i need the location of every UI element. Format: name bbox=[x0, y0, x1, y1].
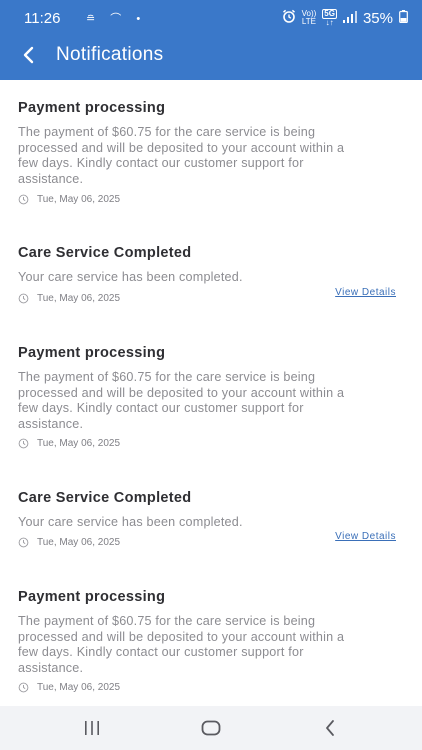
back-button[interactable] bbox=[14, 40, 44, 70]
recents-button[interactable] bbox=[74, 716, 110, 740]
clock-icon bbox=[18, 293, 29, 304]
nav-back-button[interactable] bbox=[312, 716, 348, 740]
nav-back-icon bbox=[326, 720, 334, 736]
alarm-icon bbox=[282, 9, 296, 27]
notification-date-row: Tue, May 06, 2025 bbox=[18, 293, 120, 304]
notification-item[interactable]: Care Service Completed Your care service… bbox=[0, 225, 422, 325]
clock-icon bbox=[18, 682, 29, 693]
network-5g-icon: 5G ↓↑ bbox=[322, 9, 337, 27]
notification-list[interactable]: Payment processing The payment of $60.75… bbox=[0, 80, 422, 706]
status-right-icons: Vo)) LTE 5G ↓↑ 35% bbox=[282, 9, 408, 27]
notification-body: Your care service has been completed. bbox=[18, 270, 243, 284]
notification-date: Tue, May 06, 2025 bbox=[37, 537, 121, 548]
status-notification-icons: ≘ ⌒ • bbox=[86, 13, 147, 25]
clock-icon bbox=[18, 194, 29, 205]
status-time: 11:26 bbox=[24, 10, 61, 27]
view-details-link[interactable]: View Details bbox=[335, 531, 396, 542]
notification-date: Tue, May 06, 2025 bbox=[37, 194, 121, 205]
notification-body: Your care service has been completed. bbox=[18, 515, 243, 529]
page-title: Notifications bbox=[56, 44, 164, 65]
notification-body: The payment of $60.75 for the care servi… bbox=[18, 125, 345, 186]
notification-date-row: Tue, May 06, 2025 bbox=[18, 682, 120, 693]
clock-icon bbox=[18, 537, 29, 548]
signal-icon bbox=[342, 10, 357, 27]
volte-bottom-label: LTE bbox=[301, 17, 316, 26]
notification-item[interactable]: Payment processing The payment of $60.75… bbox=[0, 80, 422, 215]
back-arrow-icon bbox=[23, 46, 34, 64]
notification-title: Care Service Completed bbox=[18, 245, 192, 261]
home-icon bbox=[201, 720, 221, 736]
status-bar: 11:26 ≘ ⌒ • Vo)) LTE 5G ↓↑ 35% bbox=[0, 0, 422, 34]
battery-percent: 35% bbox=[362, 9, 393, 27]
notification-date: Tue, May 06, 2025 bbox=[37, 438, 121, 449]
app-header: 11:26 ≘ ⌒ • Vo)) LTE 5G ↓↑ 35% Notificat… bbox=[0, 0, 422, 80]
home-button[interactable] bbox=[193, 716, 229, 740]
notification-item[interactable]: Care Service Completed Your care service… bbox=[0, 470, 422, 570]
notification-date: Tue, May 06, 2025 bbox=[37, 293, 121, 304]
notification-body: The payment of $60.75 for the care servi… bbox=[18, 370, 345, 431]
notification-date: Tue, May 06, 2025 bbox=[37, 682, 121, 693]
notification-date-row: Tue, May 06, 2025 bbox=[18, 438, 120, 449]
notification-title: Payment processing bbox=[18, 100, 166, 116]
clock-icon bbox=[18, 438, 29, 449]
notification-title: Care Service Completed bbox=[18, 490, 192, 506]
volte-icon: Vo)) LTE bbox=[302, 10, 317, 26]
notification-title: Payment processing bbox=[18, 345, 166, 361]
notification-date-row: Tue, May 06, 2025 bbox=[18, 537, 120, 548]
notification-item[interactable]: Payment processing The payment of $60.75… bbox=[0, 570, 422, 705]
notification-title: Payment processing bbox=[18, 589, 166, 605]
battery-icon bbox=[399, 9, 408, 27]
system-nav-bar bbox=[0, 706, 422, 750]
view-details-link[interactable]: View Details bbox=[335, 287, 396, 298]
notification-date-row: Tue, May 06, 2025 bbox=[18, 194, 120, 205]
recents-icon bbox=[85, 721, 99, 735]
notification-body: The payment of $60.75 for the care servi… bbox=[18, 614, 345, 675]
notification-item[interactable]: Payment processing The payment of $60.75… bbox=[0, 325, 422, 460]
